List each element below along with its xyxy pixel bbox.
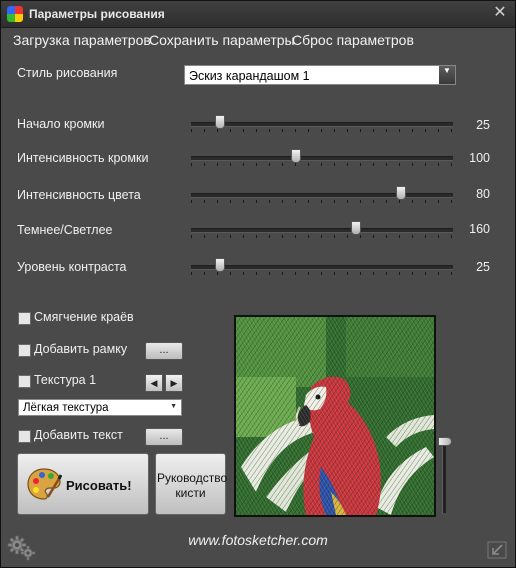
slider-thumb[interactable] <box>214 115 225 129</box>
slider-track <box>191 193 453 198</box>
slider-ticks <box>191 163 453 166</box>
collapse-window-icon[interactable] <box>487 541 507 559</box>
edge-intensity-slider[interactable] <box>191 148 453 168</box>
brush-guide-button[interactable]: Руководство кисти <box>155 453 228 515</box>
slider-ticks <box>191 129 453 132</box>
slider-thumb[interactable] <box>214 258 225 272</box>
slider-label-contrast: Уровень контраста <box>17 260 127 274</box>
text-settings-button[interactable]: ... <box>145 428 183 446</box>
parrot-sketch-image <box>236 317 434 515</box>
draw-button[interactable]: Рисовать! <box>17 453 149 515</box>
texture-next-button[interactable]: ▶ <box>165 374 183 392</box>
slider-track <box>191 228 453 233</box>
title-bar[interactable]: Параметры рисования ✕ <box>1 1 515 28</box>
drawing-style-select[interactable]: Эскиз карандашом 1 ▼ <box>184 65 456 85</box>
frame-settings-button[interactable]: ... <box>145 342 183 360</box>
menu-load-parameters[interactable]: Загрузка параметров <box>13 32 151 48</box>
slider-thumb[interactable] <box>395 186 406 200</box>
texture-type-value: Лёгкая текстура <box>23 402 109 414</box>
chevron-down-icon[interactable]: ▼ <box>439 66 455 84</box>
slider-ticks <box>191 272 453 275</box>
drawing-parameters-window: Параметры рисования ✕ Загрузка параметро… <box>0 0 516 568</box>
color-intensity-value: 80 <box>476 187 490 201</box>
gear-icon[interactable] <box>7 535 37 561</box>
zoom-slider-track <box>442 437 446 513</box>
style-label: Стиль рисования <box>17 66 118 80</box>
close-icon[interactable]: ✕ <box>491 4 509 22</box>
add-text-checkbox[interactable] <box>18 430 31 443</box>
texture-label: Текстура 1 <box>34 373 97 387</box>
texture-prev-button[interactable]: ◀ <box>145 374 163 392</box>
menu-bar: Загрузка параметров Сохранить параметры … <box>1 28 515 52</box>
add-frame-label: Добавить рамку <box>34 342 128 356</box>
color-intensity-slider[interactable] <box>191 185 453 205</box>
brush-guide-label: Руководство кисти <box>157 471 228 500</box>
app-logo-icon <box>7 6 23 22</box>
slider-thumb[interactable] <box>290 149 301 163</box>
palette-icon <box>27 468 62 500</box>
chevron-down-icon[interactable]: ▼ <box>170 403 177 410</box>
slider-ticks <box>191 200 453 203</box>
darker-lighter-slider[interactable] <box>191 220 453 240</box>
window-title: Параметры рисования <box>29 7 165 21</box>
edge-intensity-value: 100 <box>469 151 490 165</box>
zoom-slider-thumb[interactable] <box>438 437 452 446</box>
add-text-label: Добавить текст <box>34 428 123 442</box>
texture-type-select[interactable]: Лёгкая текстура ▼ <box>18 399 182 416</box>
edge-start-value: 25 <box>476 118 490 132</box>
preview-zoom-slider[interactable] <box>438 437 452 513</box>
slider-track <box>191 122 453 127</box>
menu-save-parameters[interactable]: Сохранить параметры <box>149 32 295 48</box>
website-link[interactable]: www.fotosketcher.com <box>1 532 515 548</box>
slider-ticks <box>191 235 453 238</box>
menu-reset-parameters[interactable]: Сброс параметров <box>292 32 414 48</box>
edge-start-slider[interactable] <box>191 114 453 134</box>
smooth-edges-label: Смягчение краёв <box>34 310 134 324</box>
slider-label-color-intensity: Интенсивность цвета <box>17 188 141 202</box>
draw-button-label: Рисовать! <box>66 478 132 493</box>
slider-label-darker-lighter: Темнее/Светлее <box>17 223 113 237</box>
contrast-slider[interactable] <box>191 257 453 277</box>
drawing-style-value: Эскиз карандашом 1 <box>189 69 310 83</box>
slider-thumb[interactable] <box>351 221 362 235</box>
contrast-value: 25 <box>476 260 490 274</box>
slider-track <box>191 265 453 270</box>
preview-image[interactable] <box>234 315 436 517</box>
slider-track <box>191 156 453 161</box>
smooth-edges-checkbox[interactable] <box>18 312 31 325</box>
slider-label-edge-intensity: Интенсивность кромки <box>17 151 149 165</box>
slider-label-edge-start: Начало кромки <box>17 117 105 131</box>
add-frame-checkbox[interactable] <box>18 344 31 357</box>
texture-checkbox[interactable] <box>18 375 31 388</box>
darker-lighter-value: 160 <box>469 222 490 236</box>
